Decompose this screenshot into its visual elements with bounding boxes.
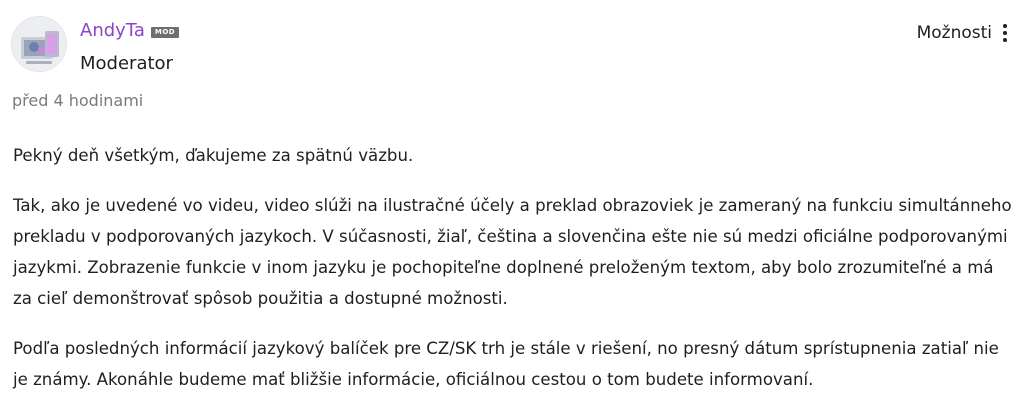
- post-paragraph-1: Pekný deň všetkým, ďakujeme za spätnú vä…: [13, 146, 414, 165]
- post-paragraph-2: Tak, ako je uvedené vo videu, video slúž…: [13, 196, 1012, 308]
- options-button[interactable]: Možnosti: [917, 21, 1008, 45]
- options-label: Možnosti: [916, 23, 992, 43]
- author-role: Moderator: [80, 53, 173, 74]
- author-line: AndyTa MOD: [80, 19, 180, 43]
- post-paragraph-3: Podľa posledných informácií jazykový bal…: [13, 339, 999, 389]
- kebab-menu-icon: [1002, 24, 1008, 42]
- avatar[interactable]: [11, 16, 67, 72]
- author-name-link[interactable]: AndyTa: [80, 19, 145, 43]
- post-body: Pekný deň všetkým, ďakujeme za spätnú vä…: [13, 140, 1013, 414]
- moderator-badge: MOD: [150, 26, 180, 38]
- post-timestamp: před 4 hodinami: [12, 91, 144, 110]
- forum-post: AndyTa MOD Moderator před 4 hodinami Mož…: [0, 0, 1024, 406]
- avatar-image-icon: [12, 17, 66, 71]
